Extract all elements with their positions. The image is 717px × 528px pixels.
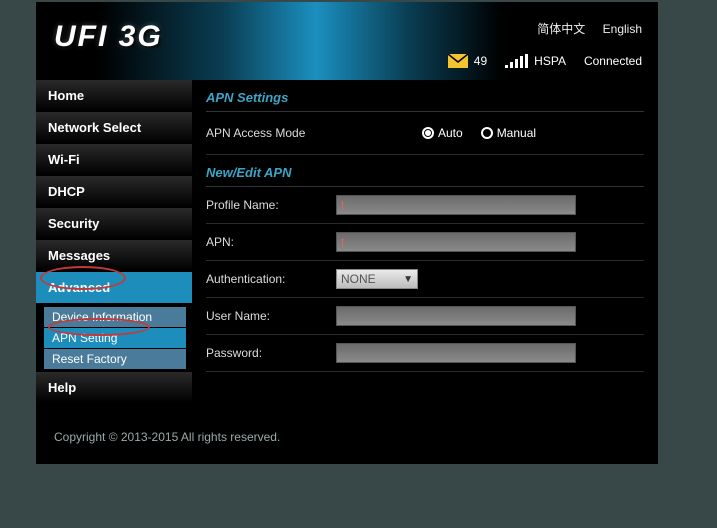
- row-profile-name: Profile Name:: [206, 187, 644, 224]
- row-authentication: Authentication: NONE ▼: [206, 261, 644, 298]
- mail-icon: [448, 54, 468, 68]
- label-profile-name: Profile Name:: [206, 198, 336, 212]
- input-password[interactable]: [336, 343, 576, 363]
- app-frame: UFI 3G 简体中文 English 49 HSPA Connected: [36, 2, 658, 464]
- row-password: Password:: [206, 335, 644, 372]
- nav-security[interactable]: Security: [36, 208, 192, 240]
- nav-help[interactable]: Help: [36, 372, 192, 404]
- lang-en[interactable]: English: [603, 22, 642, 36]
- label-authentication: Authentication:: [206, 272, 336, 286]
- status-bar: 49 HSPA Connected: [448, 54, 642, 68]
- section-new-edit-apn: New/Edit APN: [206, 155, 644, 187]
- access-mode-group: Auto Manual: [422, 126, 536, 140]
- header: UFI 3G 简体中文 English 49 HSPA Connected: [36, 2, 658, 80]
- input-profile-name[interactable]: [336, 195, 576, 215]
- connection-status: Connected: [584, 54, 642, 68]
- nav-dhcp[interactable]: DHCP: [36, 176, 192, 208]
- label-username: User Name:: [206, 309, 336, 323]
- radio-dot-icon: [422, 127, 434, 139]
- row-apn: APN:: [206, 224, 644, 261]
- lang-zh[interactable]: 简体中文: [537, 22, 585, 36]
- mail-indicator[interactable]: 49: [448, 54, 487, 68]
- subnav-device-information[interactable]: Device Information: [44, 307, 186, 327]
- signal-indicator: HSPA: [505, 54, 566, 68]
- label-password: Password:: [206, 346, 336, 360]
- label-access-mode: APN Access Mode: [206, 126, 336, 140]
- network-type: HSPA: [534, 54, 566, 68]
- row-access-mode: APN Access Mode Auto Manual: [206, 112, 644, 155]
- select-authentication[interactable]: NONE ▼: [336, 269, 418, 289]
- radio-manual-label: Manual: [497, 126, 536, 140]
- footer-copyright: Copyright © 2013-2015 All rights reserve…: [54, 430, 280, 444]
- sidebar: Home Network Select Wi-Fi DHCP Security …: [36, 80, 192, 464]
- nav-home[interactable]: Home: [36, 80, 192, 112]
- main-content: APN Settings APN Access Mode Auto Manual…: [192, 80, 658, 464]
- section-apn-settings: APN Settings: [206, 80, 644, 112]
- signal-bars-icon: [505, 54, 528, 68]
- subnav-apn-setting[interactable]: APN Setting: [44, 328, 186, 348]
- input-apn[interactable]: [336, 232, 576, 252]
- mail-count: 49: [474, 54, 487, 68]
- nav-messages[interactable]: Messages: [36, 240, 192, 272]
- row-username: User Name:: [206, 298, 644, 335]
- nav-network-select[interactable]: Network Select: [36, 112, 192, 144]
- nav-wifi[interactable]: Wi-Fi: [36, 144, 192, 176]
- logo: UFI 3G: [54, 20, 163, 54]
- language-switch: 简体中文 English: [523, 20, 642, 37]
- radio-auto[interactable]: Auto: [422, 126, 463, 140]
- radio-manual[interactable]: Manual: [481, 126, 536, 140]
- chevron-down-icon: ▼: [403, 274, 413, 285]
- radio-dot-icon: [481, 127, 493, 139]
- nav-advanced-submenu: Device Information APN Setting Reset Fac…: [36, 304, 192, 372]
- select-auth-value: NONE: [341, 272, 376, 286]
- subnav-reset-factory[interactable]: Reset Factory: [44, 349, 186, 369]
- label-apn: APN:: [206, 235, 336, 249]
- input-username[interactable]: [336, 306, 576, 326]
- radio-auto-label: Auto: [438, 126, 463, 140]
- nav-advanced[interactable]: Advanced: [36, 272, 192, 304]
